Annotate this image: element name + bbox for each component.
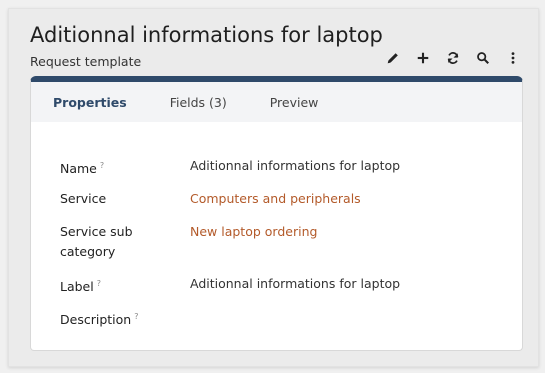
property-label: Description? xyxy=(60,307,180,330)
search-button[interactable] xyxy=(474,49,492,67)
pencil-icon xyxy=(387,53,398,64)
service-link[interactable]: Computers and peripherals xyxy=(190,189,361,209)
plus-icon xyxy=(417,52,429,64)
more-button[interactable] xyxy=(504,49,522,67)
property-label: Service sub category xyxy=(60,224,133,259)
property-label: Name? xyxy=(60,156,180,179)
refresh-icon xyxy=(447,52,459,64)
tab-bar: Properties Fields (3) Preview xyxy=(31,82,522,122)
property-value: Aditionnal informations for laptop xyxy=(190,276,401,291)
refresh-button[interactable] xyxy=(444,49,462,67)
property-label: Label? xyxy=(60,274,180,297)
edit-button[interactable] xyxy=(384,49,402,67)
property-label-text: Label xyxy=(60,279,94,294)
toolbar xyxy=(384,49,522,67)
property-label-text: Name xyxy=(60,161,97,176)
search-icon xyxy=(477,52,489,64)
property-value: Aditionnal informations for laptop xyxy=(190,158,401,173)
help-icon[interactable]: ? xyxy=(134,312,138,321)
tab-properties[interactable]: Properties xyxy=(53,95,127,110)
more-vertical-icon xyxy=(511,52,515,64)
help-icon[interactable]: ? xyxy=(100,161,104,170)
object-details-panel: Aditionnal informations for laptop Reque… xyxy=(8,8,539,367)
service-sub-category-link[interactable]: New laptop ordering xyxy=(190,222,317,242)
property-label: Service xyxy=(60,191,107,206)
tab-fields[interactable]: Fields (3) xyxy=(170,95,227,110)
tab-preview[interactable]: Preview xyxy=(270,95,319,110)
add-button[interactable] xyxy=(414,49,432,67)
details-card: Properties Fields (3) Preview Name? Adit… xyxy=(30,76,523,351)
page-subtitle: Request template xyxy=(30,54,142,69)
help-icon[interactable]: ? xyxy=(97,279,101,288)
page-title: Aditionnal informations for laptop xyxy=(30,23,383,47)
property-label-text: Description xyxy=(60,312,132,327)
